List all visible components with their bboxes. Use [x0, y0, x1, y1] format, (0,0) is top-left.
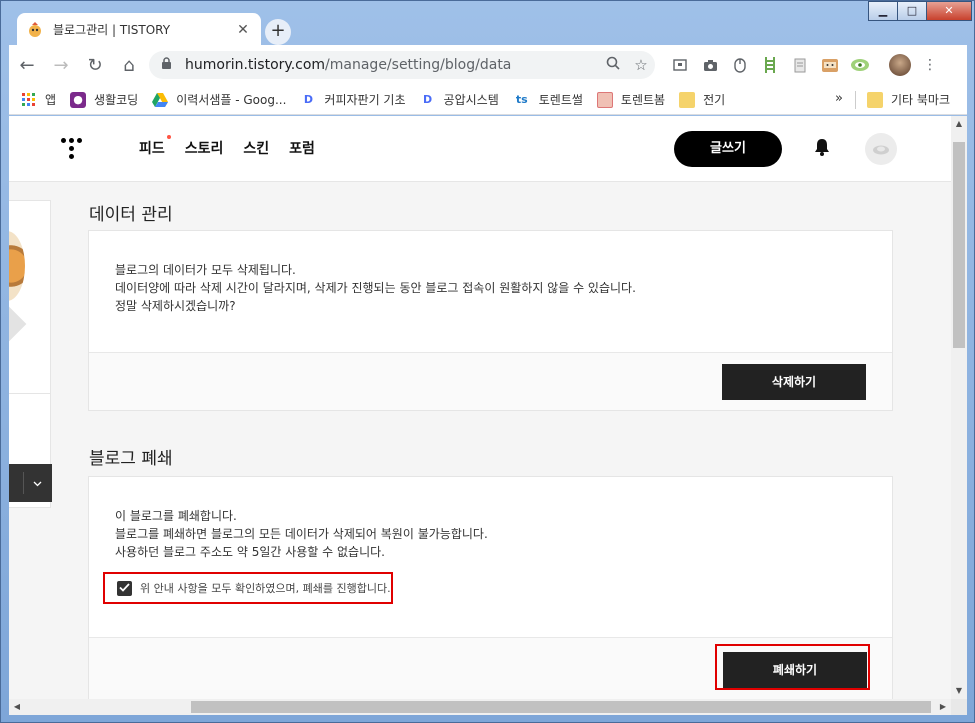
nav-story[interactable]: 스토리 [185, 138, 224, 158]
folder-icon [867, 91, 883, 108]
character-extension-icon[interactable] [815, 53, 845, 77]
agree-label: 위 안내 사항을 모두 확인하였으며, 폐쇄를 진행합니다. [140, 582, 391, 595]
decorative-diamond-icon [9, 305, 27, 343]
bookmarks-bar: 앱 ● 생활코딩 이력서샘플 - Goog... D 커피자판기 기초 D 공압… [9, 85, 967, 115]
minimize-button[interactable]: ▁ [868, 1, 898, 21]
tab-title: 블로그관리 | TISTORY [53, 23, 171, 37]
zoom-search-icon[interactable] [599, 56, 627, 74]
close-button-highlight [715, 644, 870, 690]
forward-button[interactable]: → [45, 49, 77, 81]
home-button[interactable]: ⌂ [113, 49, 145, 81]
agree-checkbox-row[interactable]: 위 안내 사항을 모두 확인하였으며, 폐쇄를 진행합니다. [103, 572, 393, 604]
other-bookmarks[interactable]: 기타 북마크 [867, 91, 950, 108]
lock-icon [161, 57, 179, 73]
data-management-title: 데이터 관리 [89, 205, 173, 225]
blog-close-title: 블로그 폐쇄 [89, 449, 173, 469]
ts-logo-icon: ts [515, 93, 528, 106]
chevron-down-icon [33, 477, 42, 490]
profile-avatar[interactable] [865, 133, 897, 165]
mouse-extension-icon[interactable] [725, 53, 755, 77]
sidebar-divider [9, 393, 51, 394]
data-notice-line-2: 데이터양에 따라 삭제 시간이 달라지며, 삭제가 진행되는 동안 블로그 접속… [115, 281, 636, 295]
data-notice-line-1: 블로그의 데이터가 모두 삭제됩니다. [115, 263, 296, 277]
eye-extension-icon[interactable] [845, 53, 875, 77]
saenghwal-coding-icon: ● [70, 91, 87, 108]
torrent-bom-icon [596, 91, 613, 108]
close-notice-line-3: 사용하던 블로그 주소도 약 5일간 사용할 수 없습니다. [115, 545, 385, 559]
scroll-right-icon[interactable]: ▶ [935, 699, 951, 715]
profile-avatar-icon[interactable] [885, 53, 915, 77]
write-post-button[interactable]: 글쓰기 [674, 131, 782, 167]
bookmark-star-icon[interactable]: ☆ [627, 56, 655, 74]
title-bar: 블로그관리 | TISTORY ✕ + ▁ □ ✕ [1, 1, 975, 46]
browser-window: 블로그관리 | TISTORY ✕ + ▁ □ ✕ ← → ↻ ⌂ humori… [0, 0, 975, 723]
data-card-footer: 삭제하기 [89, 352, 892, 410]
back-button[interactable]: ← [11, 49, 43, 81]
sidebar-partial [9, 200, 51, 508]
dropdown-divider [23, 472, 24, 494]
bookmark-torrent-bom[interactable]: 토렌트봄 [596, 91, 665, 108]
scroll-up-icon[interactable]: ▲ [951, 116, 967, 132]
google-drive-icon [152, 92, 169, 108]
reload-button[interactable]: ↻ [79, 49, 111, 81]
scroll-left-icon[interactable]: ◀ [9, 699, 25, 715]
tistory-favicon-icon [27, 21, 43, 38]
bookmark-apps[interactable]: 앱 [21, 91, 56, 108]
new-badge-dot [166, 135, 171, 139]
horizontal-scroll-thumb[interactable] [191, 701, 931, 713]
close-window-button[interactable]: ✕ [926, 1, 972, 21]
tistory-logo-icon[interactable] [61, 138, 87, 162]
scrollbar-corner [951, 699, 967, 715]
nav-forum[interactable]: 포럼 [289, 138, 315, 158]
ladder-extension-icon[interactable] [755, 53, 785, 77]
bookmarks-divider [855, 91, 856, 109]
more-menu-icon[interactable]: ⋮ [915, 53, 945, 77]
bookmark-pneumatic[interactable]: D 공압시스템 [420, 91, 499, 108]
nav-skin[interactable]: 스킨 [243, 138, 269, 158]
d-logo-icon: D [422, 93, 433, 106]
horizontal-scrollbar[interactable]: ◀ ▶ [9, 699, 951, 715]
delete-data-button[interactable]: 삭제하기 [722, 364, 866, 400]
folder-icon [679, 91, 696, 108]
vertical-scroll-thumb[interactable] [953, 142, 965, 348]
browser-tab[interactable]: 블로그관리 | TISTORY ✕ [17, 13, 261, 46]
site-header: 피드 스토리 스킨 포럼 글쓰기 [9, 116, 951, 182]
tab-close-icon[interactable]: ✕ [235, 22, 251, 38]
bookmark-saenghwal[interactable]: ● 생활코딩 [70, 91, 138, 108]
apps-grid-icon [21, 92, 37, 108]
bookmarks-overflow-button[interactable]: » [835, 91, 843, 106]
extensions-area: ⋮ [665, 53, 945, 77]
bookmark-coffee[interactable]: D 커피자판기 기초 [300, 91, 406, 108]
browser-toolbar: ← → ↻ ⌂ humorin.tistory.com/manage/setti… [9, 45, 967, 85]
nav-feed[interactable]: 피드 [139, 135, 171, 158]
address-bar[interactable]: humorin.tistory.com/manage/setting/blog/… [149, 51, 655, 79]
close-notice-line-2: 블로그를 폐쇄하면 블로그의 모든 데이터가 삭제되어 복원이 불가능합니다. [115, 527, 488, 541]
bookmark-folder-electric[interactable]: 전기 [679, 91, 725, 108]
document-extension-icon[interactable] [785, 53, 815, 77]
data-management-card: 블로그의 데이터가 모두 삭제됩니다. 데이터양에 따라 삭제 시간이 달라지며… [88, 230, 893, 411]
new-tab-button[interactable]: + [265, 19, 291, 45]
window-controls: ▁ □ ✕ [868, 1, 972, 21]
agree-checkbox[interactable] [117, 580, 132, 596]
scroll-down-icon[interactable]: ▼ [951, 683, 967, 699]
camera-icon[interactable] [695, 53, 725, 77]
bookmark-torrent-ssul[interactable]: ts 토렌트썰 [513, 91, 583, 108]
page-viewport: 피드 스토리 스킨 포럼 글쓰기 데이터 관리 블로그의 데이터가 모두 삭제됩… [9, 116, 951, 699]
vertical-scrollbar[interactable]: ▲ ▼ [951, 116, 967, 699]
blog-illustration-icon [9, 231, 25, 301]
global-nav: 피드 스토리 스킨 포럼 [139, 135, 335, 158]
url-text: humorin.tistory.com/manage/setting/blog/… [185, 57, 512, 73]
notification-bell-icon[interactable] [811, 138, 833, 160]
d-logo-icon: D [303, 93, 313, 106]
data-notice-line-3: 정말 삭제하시겠습니까? [115, 299, 236, 313]
sidebar-dropdown[interactable] [9, 464, 52, 502]
cast-icon[interactable] [665, 53, 695, 77]
bookmark-resume[interactable]: 이력서샘플 - Goog... [152, 91, 286, 108]
close-notice-line-1: 이 블로그를 폐쇄합니다. [115, 509, 237, 523]
maximize-button[interactable]: □ [897, 1, 927, 21]
